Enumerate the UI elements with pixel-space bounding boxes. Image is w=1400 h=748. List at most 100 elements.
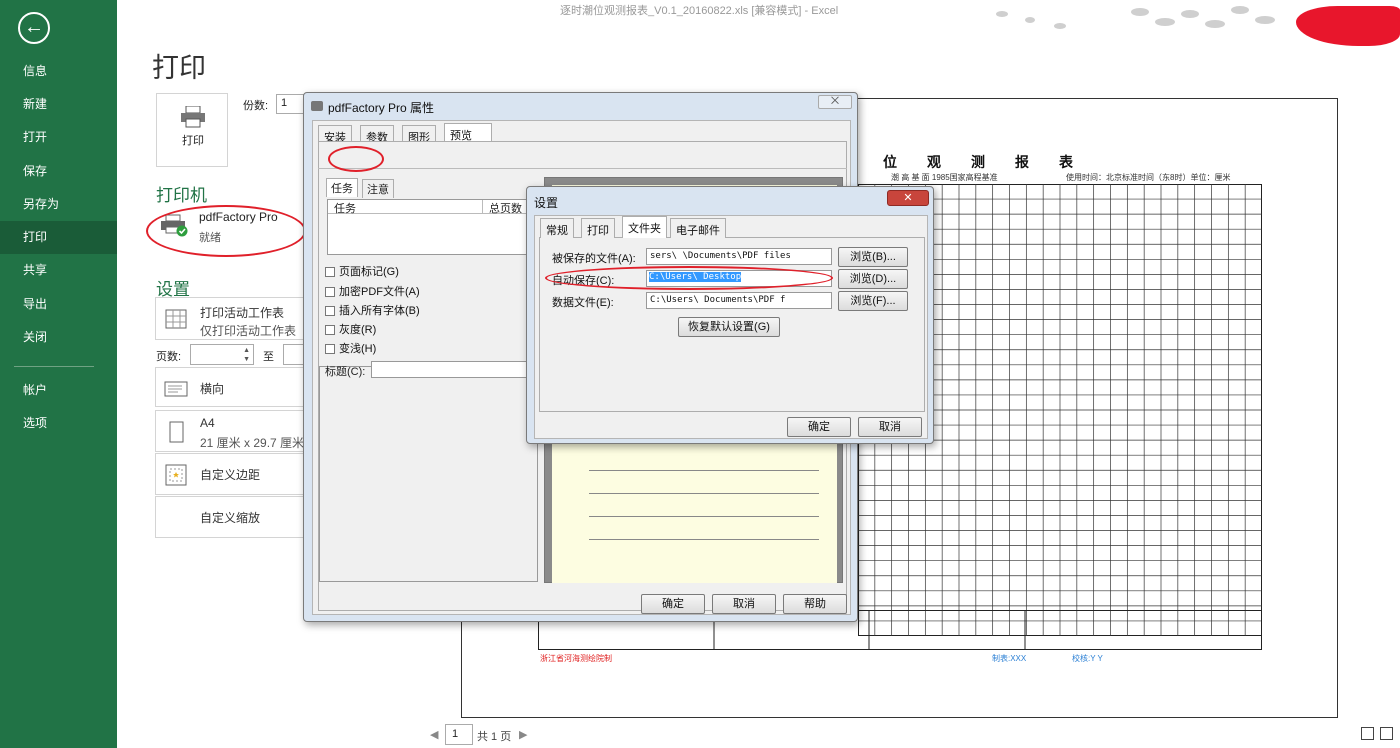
saved-file-path[interactable]: sers\ \Documents\PDF files	[646, 248, 832, 265]
page-number-input[interactable]: 1	[445, 724, 473, 745]
nav-divider	[14, 366, 94, 367]
prev-page-icon[interactable]: ◀	[430, 728, 438, 741]
print-scope-label: 打印活动工作表	[200, 306, 285, 320]
tab-email[interactable]: 电子邮件	[670, 218, 726, 238]
nav-item-print[interactable]: 打印	[0, 221, 117, 254]
browse-data-button[interactable]: 浏览(F)...	[838, 291, 908, 311]
orientation-dropdown[interactable]: 横向	[155, 367, 305, 407]
checkbox-box[interactable]	[325, 306, 335, 317]
checkbox-label: 插入所有字体(B)	[339, 305, 420, 317]
options-frame	[319, 366, 538, 582]
column-header-task[interactable]: 任务	[328, 200, 483, 215]
help-button[interactable]: 帮助	[783, 594, 847, 614]
paper-size-dims: 21 厘米 x 29.7 厘米	[200, 436, 305, 450]
nav-item-share[interactable]: 共享	[0, 254, 117, 287]
title-input[interactable]	[371, 361, 531, 378]
decorative-leaves	[996, 6, 1275, 29]
copies-input[interactable]: 1	[276, 94, 304, 114]
close-icon[interactable]: ⨉	[818, 95, 852, 109]
redaction-mark	[1296, 6, 1400, 46]
checkbox-box[interactable]	[325, 344, 335, 355]
checkbox-label: 灰度(R)	[339, 324, 377, 336]
close-icon[interactable]: ✕	[887, 190, 929, 206]
sheet-grid-icon	[165, 309, 187, 329]
data-file-path[interactable]: C:\Users\ Documents\PDF f	[646, 292, 832, 309]
nav-item-new[interactable]: 新建	[0, 88, 117, 121]
checkbox-grayscale[interactable]: 灰度(R)	[325, 321, 376, 337]
preview-line	[589, 539, 819, 540]
nav-item-export[interactable]: 导出	[0, 288, 117, 321]
report-units: 使用时间：北京标准时间（东8时）单位：厘米	[1066, 173, 1231, 182]
tab-general[interactable]: 常规	[540, 218, 574, 238]
nav-item-save[interactable]: 保存	[0, 155, 117, 188]
subtab-tasks[interactable]: 任务	[326, 178, 358, 197]
ok-button[interactable]: 确定	[641, 594, 705, 614]
browse-autosave-button[interactable]: 浏览(D)...	[838, 269, 908, 289]
checkbox-label: 页面标记(G)	[339, 266, 399, 278]
checkbox-label: 变浅(H)	[339, 343, 377, 355]
show-margins-icon[interactable]	[1361, 727, 1374, 740]
task-list[interactable]: 任务 总页数	[327, 199, 536, 255]
browse-saved-button[interactable]: 浏览(B)...	[838, 247, 908, 267]
printer-small-icon	[311, 101, 323, 111]
nav-item-save-as[interactable]: 另存为	[0, 188, 117, 221]
print-button[interactable]: 打印	[156, 93, 228, 167]
nav-item-options[interactable]: 选项	[0, 407, 117, 440]
data-file-label: 数据文件(E):	[552, 297, 614, 309]
report-title: 位观测报表	[883, 154, 1103, 170]
dialog-body: 常规 打印 文件夹 电子邮件 被保存的文件(A): sers\ \Documen…	[534, 215, 928, 439]
scaling-label: 自定义缩放	[200, 511, 261, 525]
annotation-circle-gear	[328, 146, 384, 172]
pages-to-input[interactable]	[283, 344, 305, 365]
zoom-to-page-icon[interactable]	[1380, 727, 1393, 740]
back-arrow-icon[interactable]: ←	[18, 12, 50, 44]
scaling-dropdown[interactable]: 自定义缩放	[155, 496, 305, 538]
nav-item-info[interactable]: 信息	[0, 55, 117, 88]
margins-label: 自定义边距	[200, 468, 261, 482]
print-scope-dropdown[interactable]: 打印活动工作表 仅打印活动工作表	[155, 297, 305, 340]
landscape-page-icon	[164, 381, 188, 397]
print-button-label: 打印	[182, 135, 204, 147]
cancel-button[interactable]: 取消	[858, 417, 922, 437]
dialog-title: 设置	[534, 196, 559, 210]
spinner-icon[interactable]: ▲ ▼	[243, 346, 250, 364]
subtab-notes[interactable]: 注意	[362, 179, 394, 198]
pages-from-input[interactable]: ▲ ▼	[190, 344, 254, 365]
checkbox-lighten[interactable]: 变浅(H)	[325, 340, 376, 356]
checkbox-label: 加密PDF文件(A)	[339, 286, 420, 298]
orientation-label: 横向	[200, 382, 225, 396]
nav-item-account[interactable]: 帐户	[0, 374, 117, 407]
checkbox-box[interactable]	[325, 267, 335, 278]
annotation-circle-printer	[146, 205, 306, 257]
restore-defaults-button[interactable]: 恢复默认设置(G)	[678, 317, 780, 337]
paper-size-dropdown[interactable]: A4 21 厘米 x 29.7 厘米	[155, 410, 305, 452]
report-compiler: 制表:XXX	[992, 654, 1027, 663]
checkbox-box[interactable]	[325, 325, 335, 336]
print-scope-desc: 仅打印活动工作表	[200, 324, 297, 338]
window-title: 逐时潮位观测报表_V0.1_20160822.xls [兼容模式] - Exce…	[560, 5, 839, 17]
preview-line	[589, 470, 819, 471]
tab-folders[interactable]: 文件夹	[622, 216, 667, 238]
checkbox-box[interactable]	[325, 287, 335, 298]
nav-item-close[interactable]: 关闭	[0, 321, 117, 354]
checkbox-page-marks[interactable]: 页面标记(G)	[325, 263, 399, 279]
report-producer: 浙江省河海测绘院制	[540, 654, 612, 663]
ok-button[interactable]: 确定	[787, 417, 851, 437]
tab-print[interactable]: 打印	[581, 218, 615, 238]
dialog-tabs: 常规 打印 文件夹 电子邮件	[540, 216, 840, 238]
margins-dropdown[interactable]: 自定义边距	[155, 453, 305, 495]
next-page-icon[interactable]: ▶	[519, 728, 527, 741]
dialog-title: pdfFactory Pro 属性	[328, 101, 435, 115]
page-title: 打印	[152, 53, 206, 83]
copies-label: 份数:	[243, 100, 269, 112]
page-size-icon	[169, 421, 184, 443]
preview-line	[589, 516, 819, 517]
settings-dialog: 设置 ✕ 常规 打印 文件夹 电子邮件 被保存的文件(A): sers\ \Do…	[526, 186, 934, 444]
nav-item-open[interactable]: 打开	[0, 121, 117, 154]
cancel-button[interactable]: 取消	[712, 594, 776, 614]
checkbox-embed-fonts[interactable]: 插入所有字体(B)	[325, 302, 420, 318]
page-total: 共 1 页	[477, 731, 512, 743]
checkbox-encrypt[interactable]: 加密PDF文件(A)	[325, 283, 420, 299]
dialog-tabs: 安装 参数 图形 预览	[318, 123, 518, 145]
title-label: 标题(C):	[325, 366, 366, 378]
